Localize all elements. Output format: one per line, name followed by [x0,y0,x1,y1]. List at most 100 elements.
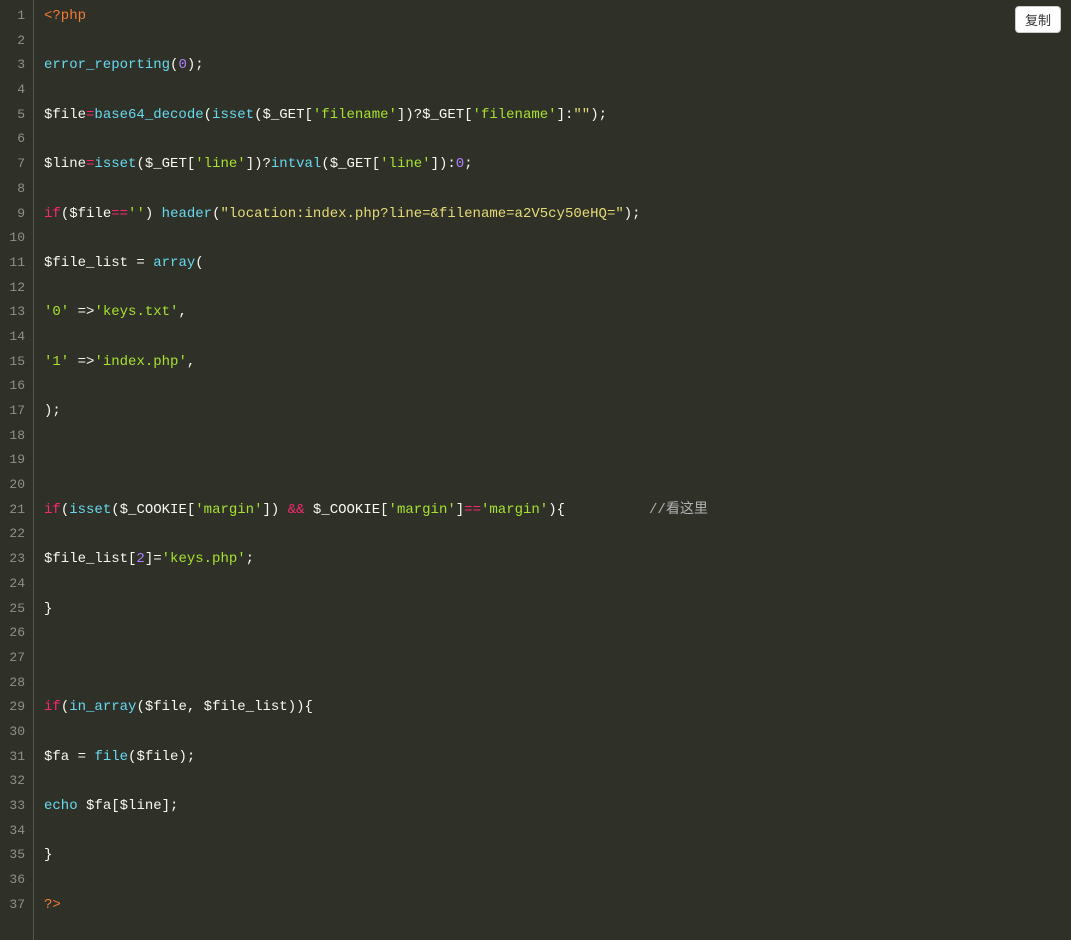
code-token: ( [212,206,220,222]
line-number: 12 [4,276,25,301]
code-line[interactable] [44,177,1071,202]
code-token: ); [590,107,607,123]
code-token: 'filename' [313,107,397,123]
code-line[interactable] [44,78,1071,103]
code-token: , [178,304,186,320]
code-token: intval [271,156,321,172]
code-token: ) [145,206,162,222]
code-token: 0 [456,156,464,172]
line-number: 7 [4,152,25,177]
code-token: $file_list [204,699,288,715]
code-line[interactable] [44,473,1071,498]
code-line[interactable]: if(isset($_COOKIE['margin']) && $_COOKIE… [44,498,1071,523]
code-token: $file [136,749,178,765]
code-token: == [111,206,128,222]
code-line[interactable] [44,522,1071,547]
code-line[interactable] [44,621,1071,646]
code-editor: 1234567891011121314151617181920212223242… [0,0,1071,940]
code-token: ] [456,502,464,518]
line-number: 11 [4,251,25,276]
code-token: } [44,601,52,617]
code-line[interactable]: ?> [44,893,1071,918]
code-token: ; [246,551,254,567]
code-line[interactable]: <?php [44,4,1071,29]
code-token: base64_decode [94,107,203,123]
line-number: 2 [4,29,25,54]
code-line[interactable] [44,29,1071,54]
code-token: if [44,502,61,518]
line-number: 29 [4,695,25,720]
code-token: $fa [44,749,69,765]
code-line[interactable] [44,646,1071,671]
code-token: isset [212,107,254,123]
code-token: ])? [397,107,422,123]
copy-button[interactable]: 复制 [1015,6,1061,33]
code-token: $_COOKIE [313,502,380,518]
line-number: 36 [4,868,25,893]
code-line[interactable] [44,325,1071,350]
code-line[interactable]: error_reporting(0); [44,53,1071,78]
code-line[interactable] [44,374,1071,399]
line-number: 13 [4,300,25,325]
code-line[interactable] [44,448,1071,473]
code-token: 'margin' [389,502,456,518]
code-token: ]) [262,502,287,518]
line-number: 19 [4,448,25,473]
code-token: ( [204,107,212,123]
code-line[interactable] [44,868,1071,893]
code-token: ]: [557,107,574,123]
code-line[interactable]: $line=isset($_GET['line'])?intval($_GET[… [44,152,1071,177]
code-line[interactable]: if(in_array($file, $file_list)){ [44,695,1071,720]
code-token: file [94,749,128,765]
line-number: 16 [4,374,25,399]
line-number: 14 [4,325,25,350]
code-token: 'line' [380,156,430,172]
code-token: $_GET [145,156,187,172]
code-token: ]): [431,156,456,172]
line-number: 34 [4,819,25,844]
code-line[interactable]: '0' =>'keys.txt', [44,300,1071,325]
code-token: if [44,699,61,715]
code-token: //看这里 [649,502,708,518]
code-line[interactable]: $file_list[2]='keys.php'; [44,547,1071,572]
line-number: 26 [4,621,25,646]
code-line[interactable] [44,127,1071,152]
line-number: 31 [4,745,25,770]
code-token: $_GET [330,156,372,172]
code-token: ); [178,749,195,765]
code-line[interactable]: } [44,843,1071,868]
code-token: = [128,255,153,271]
line-number: 37 [4,893,25,918]
code-line[interactable]: ); [44,399,1071,424]
code-token: ]= [145,551,162,567]
code-line[interactable] [44,769,1071,794]
code-line[interactable] [44,276,1071,301]
code-line[interactable]: } [44,597,1071,622]
code-line[interactable]: $file_list = array( [44,251,1071,276]
line-number: 25 [4,597,25,622]
code-line[interactable]: $fa = file($file); [44,745,1071,770]
code-token: ); [624,206,641,222]
code-token: ){ [548,502,649,518]
code-line[interactable]: if($file=='') header("location:index.php… [44,202,1071,227]
code-line[interactable]: '1' =>'index.php', [44,350,1071,375]
code-line[interactable] [44,572,1071,597]
code-line[interactable] [44,720,1071,745]
code-line[interactable]: $file=base64_decode(isset($_GET['filenam… [44,103,1071,128]
code-token: isset [94,156,136,172]
code-token: ])? [246,156,271,172]
code-token: = [69,749,94,765]
code-token: in_array [69,699,136,715]
code-line[interactable] [44,424,1071,449]
code-area[interactable]: <?php error_reporting(0); $file=base64_d… [34,0,1071,940]
code-token: <?php [44,8,86,24]
code-line[interactable]: echo $fa[$line]; [44,794,1071,819]
code-line[interactable] [44,819,1071,844]
line-number: 6 [4,127,25,152]
code-token: , [187,354,195,370]
code-token: ( [195,255,203,271]
line-number: 10 [4,226,25,251]
code-line[interactable] [44,671,1071,696]
code-line[interactable] [44,226,1071,251]
code-token: ; [464,156,472,172]
